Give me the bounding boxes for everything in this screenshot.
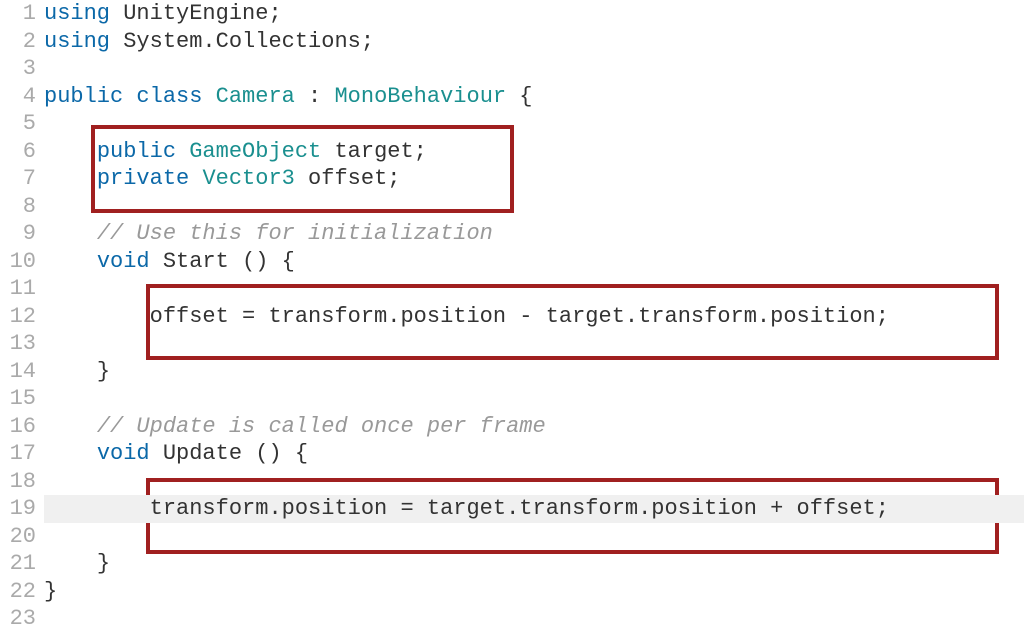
line-number: 9 [0,220,36,248]
code-line [44,330,1024,358]
code-line: } [44,358,1024,386]
line-number: 17 [0,440,36,468]
line-number: 19 [0,495,36,523]
code-line: offset = transform.position - target.tra… [44,303,1024,331]
line-number: 8 [0,193,36,221]
code-line: using System.Collections; [44,28,1024,56]
line-number: 16 [0,413,36,441]
code-line: public class Camera : MonoBehaviour { [44,83,1024,111]
code-line: } [44,578,1024,606]
line-number: 4 [0,83,36,111]
line-number: 23 [0,605,36,633]
line-number: 10 [0,248,36,276]
line-number: 14 [0,358,36,386]
code-line [44,385,1024,413]
line-number: 6 [0,138,36,166]
line-number: 2 [0,28,36,56]
line-number-gutter: 1 2 3 4 5 6 7 8 9 10 11 12 13 14 15 16 1… [0,0,44,633]
code-line: } [44,550,1024,578]
code-line: void Update () { [44,440,1024,468]
code-line [44,605,1024,633]
code-content: using UnityEngine; using System.Collecti… [44,0,1024,633]
code-line: void Start () { [44,248,1024,276]
code-line [44,523,1024,551]
line-number: 15 [0,385,36,413]
code-line [44,55,1024,83]
code-line [44,275,1024,303]
code-line: private Vector3 offset; [44,165,1024,193]
line-number: 11 [0,275,36,303]
line-number: 13 [0,330,36,358]
code-line: // Use this for initialization [44,220,1024,248]
line-number: 20 [0,523,36,551]
line-number: 22 [0,578,36,606]
code-line [44,468,1024,496]
line-number: 7 [0,165,36,193]
code-line: transform.position = target.transform.po… [44,495,1024,523]
code-line [44,110,1024,138]
line-number: 5 [0,110,36,138]
code-line: using UnityEngine; [44,0,1024,28]
line-number: 3 [0,55,36,83]
code-editor: 1 2 3 4 5 6 7 8 9 10 11 12 13 14 15 16 1… [0,0,1024,633]
line-number: 18 [0,468,36,496]
code-line [44,193,1024,221]
code-line: public GameObject target; [44,138,1024,166]
line-number: 1 [0,0,36,28]
code-line: // Update is called once per frame [44,413,1024,441]
line-number: 12 [0,303,36,331]
line-number: 21 [0,550,36,578]
